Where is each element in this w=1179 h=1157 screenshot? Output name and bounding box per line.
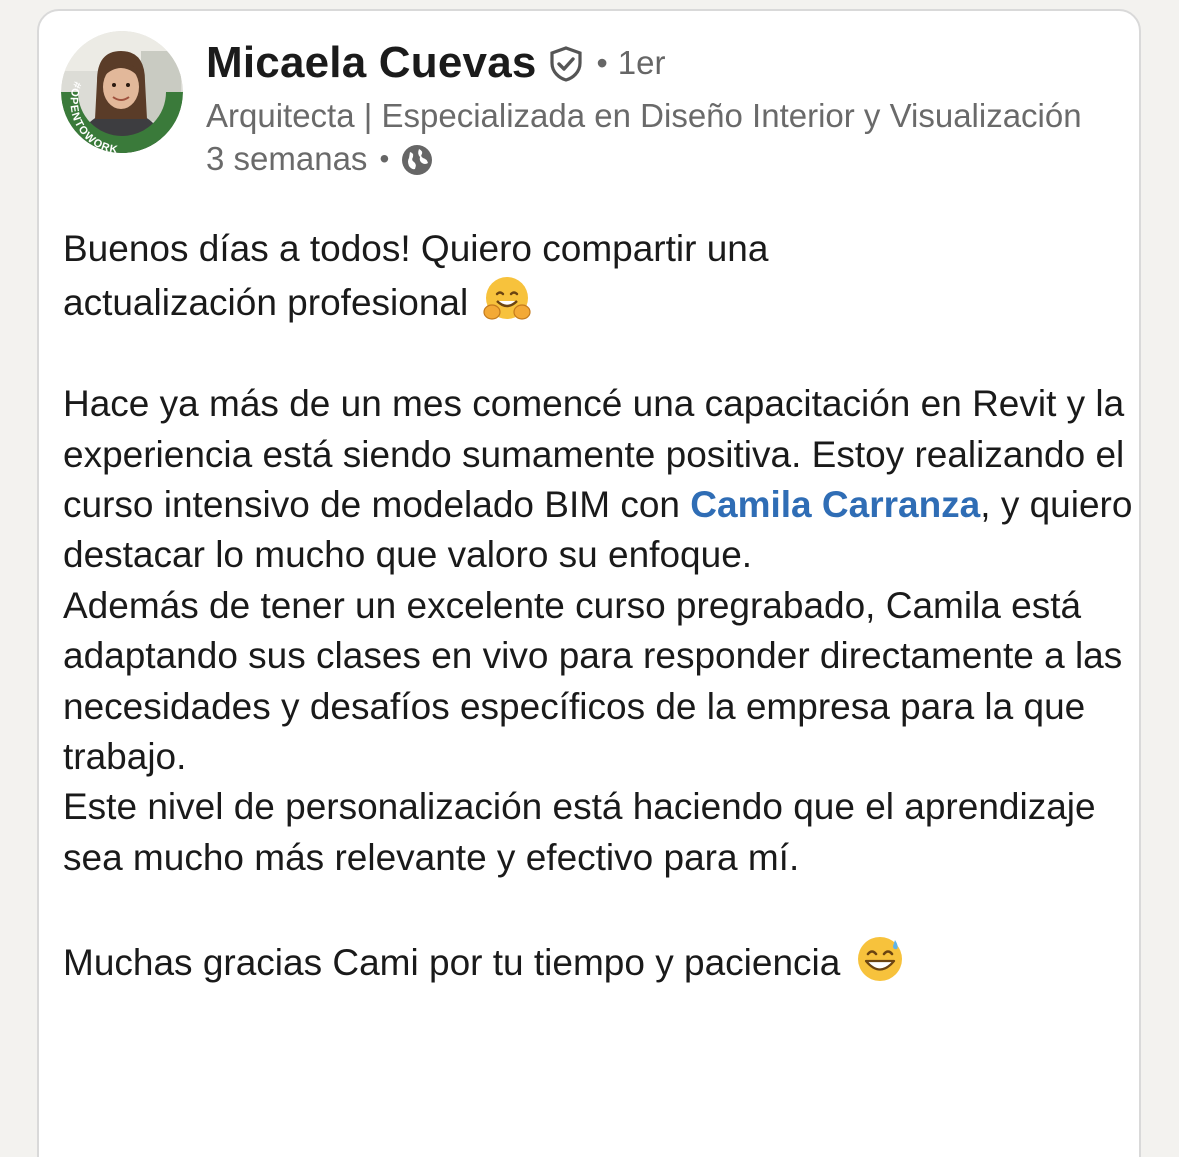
- post-card: #OPENTOWORK Micaela Cuevas • 1er Arquite…: [37, 9, 1141, 1157]
- post-text: actualización profesional: [63, 282, 469, 324]
- separator-dot: •: [596, 44, 608, 81]
- separator-dot: •: [379, 143, 390, 174]
- connection-degree: 1er: [617, 44, 666, 81]
- avatar[interactable]: #OPENTOWORK: [61, 31, 183, 153]
- post-paragraph: Este nivel de personalización está hacie…: [63, 786, 1096, 878]
- post-body: Buenos días a todos! Quiero compartir un…: [63, 224, 1133, 988]
- post-text: Muchas gracias Cami por tu tiempo y paci…: [63, 941, 841, 983]
- grinning-sweat-emoji: [855, 934, 905, 984]
- post-paragraph: Buenos días a todos! Quiero compartir un…: [63, 224, 1133, 329]
- post-header: Micaela Cuevas • 1er Arquitecta | Especi…: [206, 35, 1126, 181]
- post-paragraph: Hace ya más de un mes comencé una capaci…: [63, 379, 1133, 581]
- shield-check-icon: [549, 46, 583, 82]
- mention-link[interactable]: Camila Carranza: [690, 484, 980, 525]
- post-paragraph: Muchas gracias Cami por tu tiempo y paci…: [63, 934, 1133, 988]
- author-name[interactable]: Micaela Cuevas: [206, 38, 537, 88]
- globe-icon: [401, 144, 433, 176]
- author-headline: Arquitecta | Especializada en Diseño Int…: [206, 97, 1082, 134]
- hugging-face-emoji: [482, 274, 532, 324]
- post-time: 3 semanas: [206, 140, 368, 177]
- post-text: Buenos días a todos! Quiero compartir un…: [63, 228, 769, 269]
- post-paragraph: Además de tener un excelente curso pregr…: [63, 584, 1123, 778]
